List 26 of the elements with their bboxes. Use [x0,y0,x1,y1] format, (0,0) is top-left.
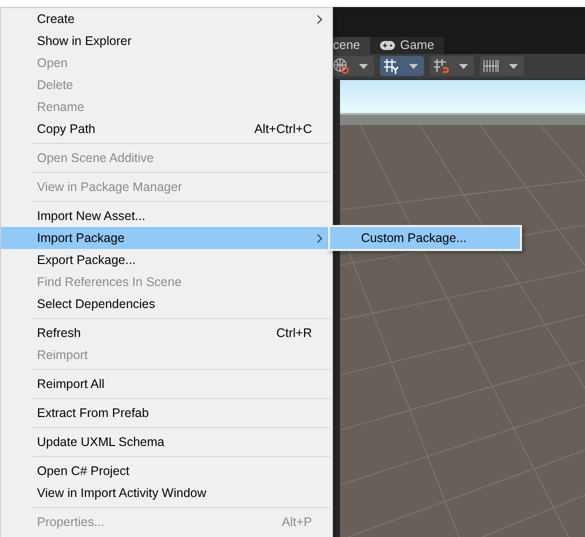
menu-item[interactable]: Export Package... [1,249,332,271]
gamepad-icon [380,40,396,50]
menu-item[interactable]: Refresh Ctrl+R [1,322,332,344]
menu-item[interactable]: Select Dependencies [1,293,332,315]
menu-item[interactable]: Update UXML Schema [1,431,332,453]
grid-icon[interactable] [383,58,399,74]
toolbar-dropdown[interactable] [330,56,374,76]
toolbar-dropdown[interactable] [380,56,424,76]
menu-item[interactable]: Copy Path Alt+Ctrl+C [1,118,332,140]
caret-icon[interactable] [408,64,418,69]
caret-icon[interactable] [458,64,468,69]
menu-item[interactable]: Create [1,8,332,30]
menu-item[interactable]: Extract From Prefab [1,402,332,424]
toolbar-dropdown[interactable] [480,56,524,76]
editor-tab[interactable]: Game [370,36,444,54]
toolbar-dropdown[interactable] [430,56,474,76]
caret-icon[interactable] [358,64,368,69]
menu-item[interactable]: Import New Asset... [1,205,332,227]
caret-icon[interactable] [508,64,518,69]
menu-item[interactable]: Open C# Project [1,460,332,482]
snap-grid-icon[interactable] [433,58,449,74]
globe-icon[interactable] [333,58,349,74]
menu-item[interactable]: Custom Package... [330,227,520,249]
ruler-icon[interactable] [483,58,499,74]
menu-item[interactable]: Reimport All [1,373,332,395]
menu-item[interactable]: View in Import Activity Window [1,482,332,504]
